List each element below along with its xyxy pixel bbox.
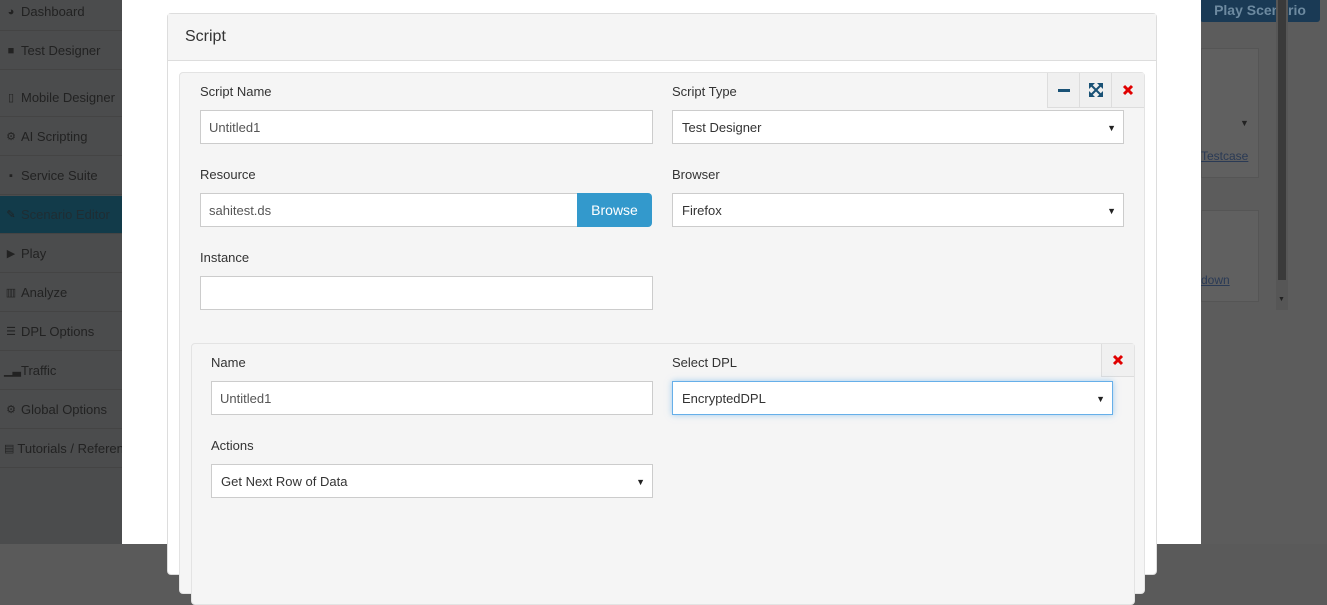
mobile-icon: ▯	[7, 92, 15, 104]
sidebar-item-tutorials[interactable]: ▤ Tutorials / Referen	[0, 430, 122, 468]
dashboard-icon: ◕	[7, 5, 15, 18]
chevron-down-icon: ▼	[1107, 123, 1116, 133]
close-icon	[1112, 354, 1124, 366]
browser-value: Firefox	[682, 203, 722, 218]
sidebar-item-label: Analyze	[21, 285, 68, 300]
scroll-down-icon[interactable]: ▼	[1278, 296, 1285, 303]
sidebar-item-label: Test Designer	[21, 43, 101, 58]
close-icon	[1122, 84, 1134, 96]
background-panel	[1201, 210, 1259, 302]
sidebar-item-label: Scenario Editor	[21, 207, 110, 222]
script-type-value: Test Designer	[682, 120, 762, 135]
instance-input[interactable]	[200, 276, 653, 310]
dpl-name-input[interactable]	[211, 381, 653, 415]
sidebar-item-analyze[interactable]: ▥ Analyze	[0, 274, 122, 312]
bar-chart-icon: ▥	[5, 287, 17, 299]
cogs-icon: ⚙	[6, 131, 16, 143]
gears-icon: ⚙	[6, 404, 16, 416]
play-scenario-button[interactable]: Play Scenario	[1200, 0, 1320, 22]
sidebar-item-ai-scripting[interactable]: ⚙ AI Scripting	[0, 118, 122, 156]
script-name-label: Script Name	[200, 84, 272, 99]
panel-title: Script	[168, 14, 1156, 61]
background-scrollbar[interactable]: ▼	[1276, 0, 1288, 310]
sidebar-item-global-options[interactable]: ⚙ Global Options	[0, 391, 122, 429]
sidebar-item-label: Service Suite	[21, 168, 98, 183]
select-dpl-dropdown[interactable]: EncryptedDPL ▼	[672, 381, 1113, 415]
actions-select[interactable]: Get Next Row of Data ▼	[211, 464, 653, 498]
signal-icon: ▁▃	[4, 365, 21, 377]
wrench-icon: ✎	[6, 209, 16, 221]
dpl-name-label: Name	[211, 355, 246, 370]
resource-input[interactable]	[200, 193, 578, 227]
sidebar-item-service-suite[interactable]: ▪ Service Suite	[0, 157, 122, 195]
script-toolbar	[1047, 73, 1144, 108]
script-type-label: Script Type	[672, 84, 737, 99]
minimize-button[interactable]	[1048, 73, 1080, 107]
sidebar: ◕ Dashboard ■ Test Designer ▯ Mobile Des…	[0, 0, 122, 544]
close-dpl-button[interactable]	[1101, 344, 1134, 377]
sidebar-item-label: Tutorials / Referen	[17, 441, 122, 456]
down-link[interactable]: down	[1201, 273, 1230, 287]
briefcase-icon: ▪	[9, 169, 13, 182]
chevron-down-icon: ▼	[1107, 206, 1116, 216]
sidebar-item-test-designer[interactable]: ■ Test Designer	[0, 32, 122, 70]
play-icon: ▶	[6, 248, 16, 260]
browser-select[interactable]: Firefox ▼	[672, 193, 1124, 227]
sidebar-item-play[interactable]: ▶ Play	[0, 235, 122, 273]
select-dpl-value: EncryptedDPL	[682, 391, 766, 406]
actions-label: Actions	[211, 438, 254, 453]
sidebar-item-label: Play	[21, 246, 47, 261]
chevron-down-icon: ▼	[1240, 118, 1249, 128]
resource-label: Resource	[200, 167, 256, 182]
actions-value: Get Next Row of Data	[221, 474, 348, 489]
dpl-form: Name Select DPL EncryptedDPL ▼ Actions G…	[191, 343, 1135, 605]
book-icon: ▤	[4, 443, 15, 455]
sidebar-item-label: Global Options	[21, 402, 107, 417]
browser-label: Browser	[672, 167, 720, 182]
sidebar-item-label: Traffic	[21, 363, 57, 378]
browse-button[interactable]: Browse	[577, 193, 652, 227]
video-camera-icon: ■	[7, 44, 15, 57]
chevron-down-icon: ▼	[1096, 394, 1105, 404]
script-panel: Script Script Name Untitled1 Script Type…	[167, 13, 1157, 605]
expand-button[interactable]	[1080, 73, 1112, 107]
sidebar-item-label: Mobile Designer	[21, 90, 115, 105]
select-dpl-label: Select DPL	[672, 355, 738, 370]
sidebar-item-mobile-designer[interactable]: ▯ Mobile Designer	[0, 79, 122, 117]
script-form: Script Name Script Type Test Designer ▼ …	[179, 72, 1145, 605]
sidebar-item-traffic[interactable]: ▁▃ Traffic	[0, 352, 122, 390]
expand-icon	[1088, 83, 1103, 97]
list-icon: ☰	[6, 326, 16, 338]
sidebar-item-label: Dashboard	[21, 4, 85, 19]
minus-icon	[1057, 89, 1070, 92]
sidebar-item-dpl-options[interactable]: ☰ DPL Options	[0, 313, 122, 351]
script-name-input[interactable]	[200, 110, 653, 144]
close-script-button[interactable]	[1112, 73, 1144, 107]
sidebar-item-dashboard[interactable]: ◕ Dashboard	[0, 0, 122, 31]
script-modal: Script Script Name Untitled1 Script Type…	[122, 0, 1201, 605]
sidebar-item-label: DPL Options	[21, 324, 95, 339]
testcase-link[interactable]: Testcase	[1201, 149, 1248, 163]
script-type-select[interactable]: Test Designer ▼	[672, 110, 1124, 144]
instance-label: Instance	[200, 250, 250, 265]
sidebar-item-scenario-editor[interactable]: ✎ Scenario Editor	[0, 196, 122, 234]
sidebar-item-label: AI Scripting	[21, 129, 88, 144]
chevron-down-icon: ▼	[636, 477, 645, 487]
scrollbar-thumb[interactable]	[1278, 0, 1286, 280]
